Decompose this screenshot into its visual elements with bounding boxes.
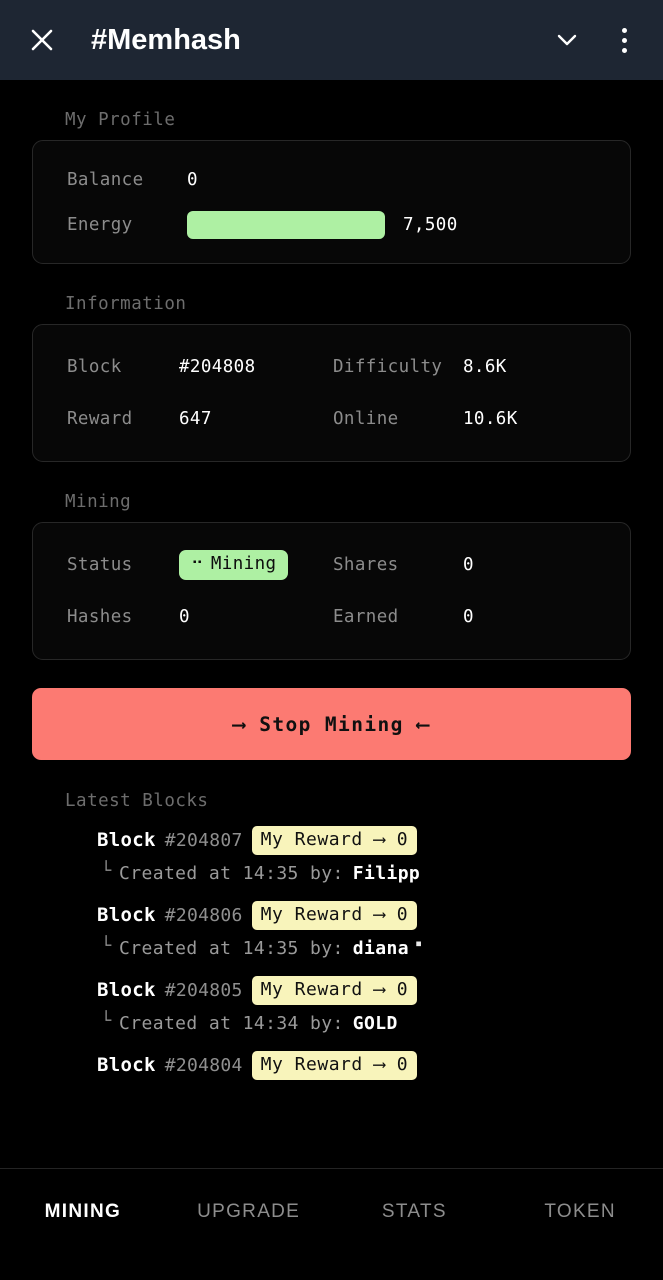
block-subline: └ Created at 14:35 by: Filipp [97, 861, 631, 885]
block-subline: └ Created at 14:34 by: GOLD [97, 1011, 631, 1035]
block-word: Block [97, 904, 156, 926]
corner-icon: └ [101, 1011, 112, 1031]
status-badge: ⠒ Mining [179, 550, 289, 580]
list-item[interactable]: Block #204807 My Reward ⟶ 0 └ Created at… [32, 825, 631, 884]
shares-cell: Shares 0 [333, 555, 474, 575]
profile-card: Balance 0 Energy 7,500 [32, 140, 631, 264]
corner-icon: └ [101, 936, 112, 956]
block-word: Block [97, 1054, 156, 1076]
block-subline: └ Created at 14:35 by: diana ▪ [97, 936, 631, 959]
list-item[interactable]: Block #204805 My Reward ⟶ 0 └ Created at… [32, 975, 631, 1034]
online-cell: Online 10.6K [333, 409, 518, 429]
mining-row-2: Hashes 0 Earned 0 [33, 591, 630, 643]
block-created-text: Created at 14:35 by: [119, 863, 344, 884]
info-row-1: Block #204808 Difficulty 8.6K [33, 341, 630, 393]
page-title: #Memhash [91, 23, 241, 56]
balance-label: Balance [67, 169, 144, 190]
reward-value: 647 [179, 409, 212, 429]
status-badge-label: Mining [210, 554, 277, 575]
scroll-area: My Profile Balance 0 Energy 7,500 Inform… [0, 110, 663, 1080]
block-author: Filipp [352, 863, 421, 884]
online-label: Online [333, 409, 399, 429]
earned-value: 0 [463, 607, 474, 627]
block-word: Block [97, 979, 156, 1001]
bottom-navigation: MINING UPGRADE STATS TOKEN [0, 1168, 663, 1280]
block-headline: Block #204805 My Reward ⟶ 0 [97, 975, 631, 1005]
shares-label: Shares [333, 555, 399, 575]
block-number: #204807 [164, 829, 243, 851]
balance-value: 0 [187, 169, 198, 190]
my-reward-badge: My Reward ⟶ 0 [251, 975, 418, 1005]
hashes-cell: Hashes 0 [33, 607, 333, 627]
difficulty-cell: Difficulty 8.6K [333, 357, 507, 377]
block-created-text: Created at 14:34 by: [119, 1013, 344, 1034]
block-created-text: Created at 14:35 by: [119, 938, 344, 959]
more-vertical-icon[interactable] [607, 18, 641, 62]
block-author: diana [352, 938, 409, 959]
page-body: My Profile Balance 0 Energy 7,500 Inform… [0, 80, 663, 1280]
online-value: 10.6K [463, 409, 518, 429]
block-value: #204808 [179, 357, 256, 377]
hashes-label: Hashes [67, 607, 133, 627]
block-headline: Block #204804 My Reward ⟶ 0 [97, 1050, 631, 1080]
section-title-profile: My Profile [65, 110, 176, 130]
list-item[interactable]: Block #204806 My Reward ⟶ 0 └ Created at… [32, 900, 631, 959]
difficulty-label: Difficulty [333, 357, 443, 377]
energy-value: 7,500 [403, 214, 458, 235]
balance-row: Balance 0 [33, 157, 630, 202]
tab-stats[interactable]: STATS [332, 1201, 498, 1223]
energy-label: Energy [67, 214, 133, 235]
tab-mining[interactable]: MINING [0, 1201, 166, 1223]
close-icon[interactable] [22, 20, 62, 60]
block-number: #204806 [164, 904, 243, 926]
info-row-2: Reward 647 Online 10.6K [33, 393, 630, 445]
block-headline: Block #204807 My Reward ⟶ 0 [97, 825, 631, 855]
spinner-icon: ⠒ [191, 553, 204, 574]
tab-upgrade[interactable]: UPGRADE [166, 1201, 332, 1223]
difficulty-value: 8.6K [463, 357, 507, 377]
status-label: Status [67, 555, 133, 575]
list-item[interactable]: Block #204804 My Reward ⟶ 0 [32, 1050, 631, 1080]
energy-progress-bar [187, 210, 385, 239]
earned-cell: Earned 0 [333, 607, 474, 627]
block-number: #204805 [164, 979, 243, 1001]
reward-label: Reward [67, 409, 133, 429]
block-word: Block [97, 829, 156, 851]
section-title-information: Information [65, 294, 187, 314]
block-author: GOLD [352, 1013, 398, 1034]
tab-token[interactable]: TOKEN [497, 1201, 663, 1223]
hashes-value: 0 [179, 607, 190, 627]
block-cell: Block #204808 [33, 357, 333, 377]
mining-row-1: Status ⠒ Mining Shares 0 [33, 539, 630, 591]
block-number: #204804 [164, 1054, 243, 1076]
section-title-latest-blocks: Latest Blocks [65, 791, 209, 811]
information-card: Block #204808 Difficulty 8.6K Reward 647… [32, 324, 631, 462]
mining-card: Status ⠒ Mining Shares 0 Hashes 0 Earned… [32, 522, 631, 660]
block-label: Block [67, 357, 122, 377]
block-headline: Block #204806 My Reward ⟶ 0 [97, 900, 631, 930]
reward-cell: Reward 647 [33, 409, 333, 429]
status-cell: Status ⠒ Mining [33, 550, 333, 580]
app-header: #Memhash [0, 0, 663, 80]
shares-value: 0 [463, 555, 474, 575]
chevron-down-icon[interactable] [545, 18, 589, 62]
energy-row: Energy 7,500 [33, 202, 630, 247]
section-title-mining: Mining [65, 492, 132, 512]
my-reward-badge: My Reward ⟶ 0 [251, 825, 418, 855]
earned-label: Earned [333, 607, 399, 627]
stop-mining-button[interactable]: ⟶ Stop Mining ⟵ [32, 688, 631, 760]
author-emoji-icon: ▪ [414, 936, 423, 950]
my-reward-badge: My Reward ⟶ 0 [251, 1050, 418, 1080]
corner-icon: └ [101, 861, 112, 881]
my-reward-badge: My Reward ⟶ 0 [251, 900, 418, 930]
